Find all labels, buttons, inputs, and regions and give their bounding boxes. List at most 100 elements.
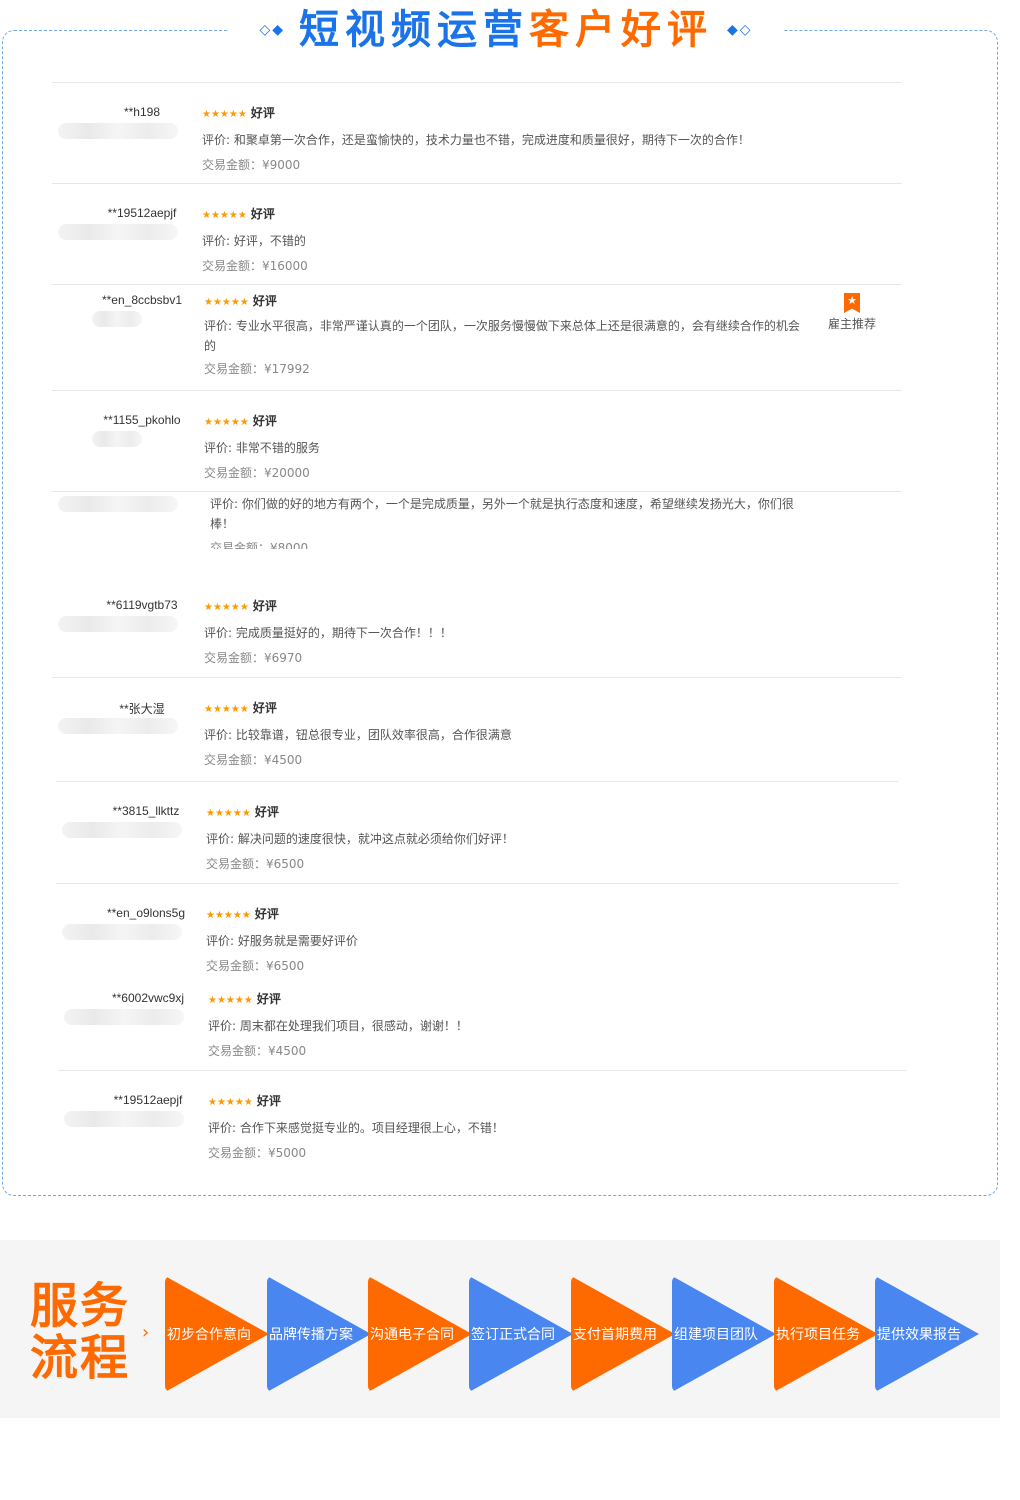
stars-icon: ★★★★★: [208, 995, 253, 1006]
review-body: ★★★★★ 好评 评价: 比较靠谱，钮总很专业，团队效率很高，合作很满意 交易金额…: [204, 700, 814, 768]
reviewer-name: **19512aepjf: [107, 206, 177, 220]
review-body: ★★★★★ 好评 评价: 完成质量挺好的，期待下一次合作！！！ 交易金额：¥697…: [204, 598, 814, 666]
step-label: 品牌传播方案: [269, 1327, 353, 1343]
transaction-amount: 交易金额：¥6970: [204, 651, 303, 665]
review-body: 评价: 你们做的好的地方有两个，一个是完成质量，另外一个就是执行态度和速度，希望…: [210, 494, 800, 549]
transaction-amount: 交易金额：¥20000: [204, 466, 310, 480]
transaction-amount: 交易金额：¥4500: [204, 753, 303, 767]
process-step: 支付首期费用: [571, 1276, 675, 1392]
process-step: 品牌传播方案: [267, 1276, 371, 1392]
reviewer-name: **6002vwc9xj: [111, 991, 185, 1005]
review-comment: 评价: 好评，不错的: [202, 234, 306, 248]
review-comment: 评价: 好服务就是需要好评价: [206, 934, 358, 948]
rating-label: 好评: [252, 599, 277, 613]
stars-icon: ★★★★★: [208, 1097, 253, 1108]
transaction-amount: 交易金额：¥8000: [210, 541, 309, 549]
transaction-amount: 交易金额：¥9000: [202, 158, 301, 172]
reviewer-name: **6119vgtb73: [106, 598, 178, 612]
blurred-info: [64, 1111, 184, 1127]
section-header: ◇◆ 短视频运营客户好评 ◆◇: [228, 4, 784, 56]
review-body: ★★★★★ 好评 评价: 非常不错的服务 交易金额：¥20000: [204, 413, 814, 481]
blurred-info: [92, 311, 142, 327]
badge-label: 雇主推荐: [827, 317, 876, 331]
review-comment: 评价: 周末都在处理我们项目，很感动，谢谢！！: [208, 1019, 468, 1033]
stars-icon: ★★★★★: [206, 910, 251, 921]
review-comment: 评价: 合作下来感觉挺专业的。项目经理很上心，不错！: [208, 1121, 504, 1135]
step-label: 提供效果报告: [877, 1327, 961, 1343]
process-step: 执行项目任务: [774, 1276, 878, 1392]
review-item: **3815_llkttz ★★★★★ 好评 评价: 解决问题的速度很快，就冲这点…: [56, 781, 898, 883]
blurred-info: [58, 224, 178, 240]
review-comment: 评价: 你们做的好的地方有两个，一个是完成质量，另外一个就是执行态度和速度，希望…: [210, 497, 794, 531]
review-comment: 评价: 和聚卓第一次合作，还是蛮愉快的，技术力量也不错，完成进度和质量很好，期待…: [202, 133, 750, 147]
review-item: **6002vwc9xj ★★★★★ 好评 评价: 周末都在处理我们项目，很感动，…: [58, 969, 906, 1070]
service-process-section: 服务 流程 › 初步合作意向 品牌传播方案 沟通电子合同 签订正式合同 支付首期…: [0, 1240, 1000, 1418]
review-item: **6119vgtb73 ★★★★★ 好评 评价: 完成质量挺好的，期待下一次合作…: [52, 576, 902, 677]
stars-icon: ★★★★★: [202, 109, 247, 120]
ribbon-star-icon: ★: [844, 293, 860, 313]
diamond-deco-left-icon: ◇◆: [259, 22, 285, 38]
reviewer-name: **1155_pkohlo: [103, 413, 181, 427]
process-step: 沟通电子合同: [368, 1276, 472, 1392]
reviewer-name: **h198: [123, 105, 161, 119]
transaction-amount: 交易金额：¥16000: [202, 259, 308, 273]
review-body: ★★★★★ 好评 评价: 专业水平很高，非常严谨认真的一个团队，一次服务慢慢做下来…: [204, 293, 814, 377]
title-blue-part: 短视频运营: [299, 7, 529, 53]
review-item: **en_8ccbsbv1 ★★★★★ 好评 评价: 专业水平很高，非常严谨认真的…: [52, 284, 902, 390]
reviewer-name: **19512aepjf: [113, 1093, 183, 1107]
blurred-info: [62, 822, 182, 838]
blurred-info: [58, 718, 178, 734]
review-comment: 评价: 解决问题的速度很快，就冲这点就必须给你们好评！: [206, 832, 514, 846]
review-item: **19512aepjf ★★★★★ 好评 评价: 好评，不错的 交易金额：¥16…: [52, 183, 902, 284]
step-label: 沟通电子合同: [370, 1327, 454, 1343]
review-comment: 评价: 非常不错的服务: [204, 441, 320, 455]
blurred-info: [64, 1009, 184, 1025]
review-item: **张大湿 ★★★★★ 好评 评价: 比较靠谱，钮总很专业，团队效率很高，合作很满…: [52, 677, 902, 781]
review-item: **h198 ★★★★★ 好评 评价: 和聚卓第一次合作，还是蛮愉快的，技术力量也…: [52, 82, 902, 183]
step-label: 执行项目任务: [776, 1327, 860, 1343]
review-item: **en_o9lons5g ★★★★★ 好评 评价: 好服务就是需要好评价 交易金…: [56, 883, 898, 973]
rating-label: 好评: [250, 106, 275, 120]
process-step: 组建项目团队: [672, 1276, 776, 1392]
stars-icon: ★★★★★: [202, 210, 247, 221]
process-step: 提供效果报告: [875, 1276, 979, 1392]
stars-icon: ★★★★★: [204, 417, 249, 428]
step-label: 初步合作意向: [167, 1327, 251, 1343]
transaction-amount: 交易金额：¥4500: [208, 1044, 307, 1058]
rating-label: 好评: [256, 1094, 281, 1108]
employer-recommend-badge: ★ 雇主推荐: [822, 293, 882, 332]
review-body: ★★★★★ 好评 评价: 和聚卓第一次合作，还是蛮愉快的，技术力量也不错，完成进度…: [202, 105, 812, 173]
rating-label: 好评: [252, 701, 277, 715]
review-body: ★★★★★ 好评 评价: 合作下来感觉挺专业的。项目经理很上心，不错！ 交易金额：…: [208, 1093, 818, 1161]
transaction-amount: 交易金额：¥17992: [204, 362, 310, 376]
reviewer-name: **张大湿: [119, 702, 165, 716]
rating-label: 好评: [250, 207, 275, 221]
blurred-info: [58, 496, 178, 512]
stars-icon: ★★★★★: [206, 808, 251, 819]
review-comment: 评价: 专业水平很高，非常严谨认真的一个团队，一次服务慢慢做下来总体上还是很满意…: [204, 319, 800, 353]
stars-icon: ★★★★★: [204, 704, 249, 715]
review-body: ★★★★★ 好评 评价: 周末都在处理我们项目，很感动，谢谢！！ 交易金额：¥45…: [208, 991, 818, 1059]
review-item: **1155_pkohlo ★★★★★ 好评 评价: 非常不错的服务 交易金额：¥…: [52, 390, 902, 491]
rating-label: 好评: [252, 294, 277, 308]
process-step: 签订正式合同: [469, 1276, 573, 1392]
review-body: ★★★★★ 好评 评价: 好评，不错的 交易金额：¥16000: [202, 206, 812, 274]
reviewer-name: **en_8ccbsbv1: [101, 293, 183, 307]
title-orange-part: 客户好评: [529, 7, 713, 53]
blurred-info: [58, 616, 178, 632]
process-title: 服务 流程: [30, 1280, 140, 1384]
transaction-amount: 交易金额：¥5000: [208, 1146, 307, 1160]
review-body: ★★★★★ 好评 评价: 好服务就是需要好评价 交易金额：¥6500: [206, 906, 816, 974]
review-item: 评价: 你们做的好的地方有两个，一个是完成质量，另外一个就是执行态度和速度，希望…: [52, 491, 902, 549]
blurred-info: [58, 123, 178, 139]
review-comment: 评价: 完成质量挺好的，期待下一次合作！！！: [204, 626, 452, 640]
step-label: 签订正式合同: [471, 1327, 555, 1343]
process-title-line1: 服务: [30, 1278, 131, 1334]
blurred-info: [62, 924, 182, 940]
rating-label: 好评: [256, 992, 281, 1006]
section-title: 短视频运营客户好评: [299, 4, 713, 56]
rating-label: 好评: [254, 907, 279, 921]
reviewer-name: **3815_llkttz: [112, 804, 180, 818]
process-step: 初步合作意向: [165, 1276, 269, 1392]
stars-icon: ★★★★★: [204, 297, 249, 308]
